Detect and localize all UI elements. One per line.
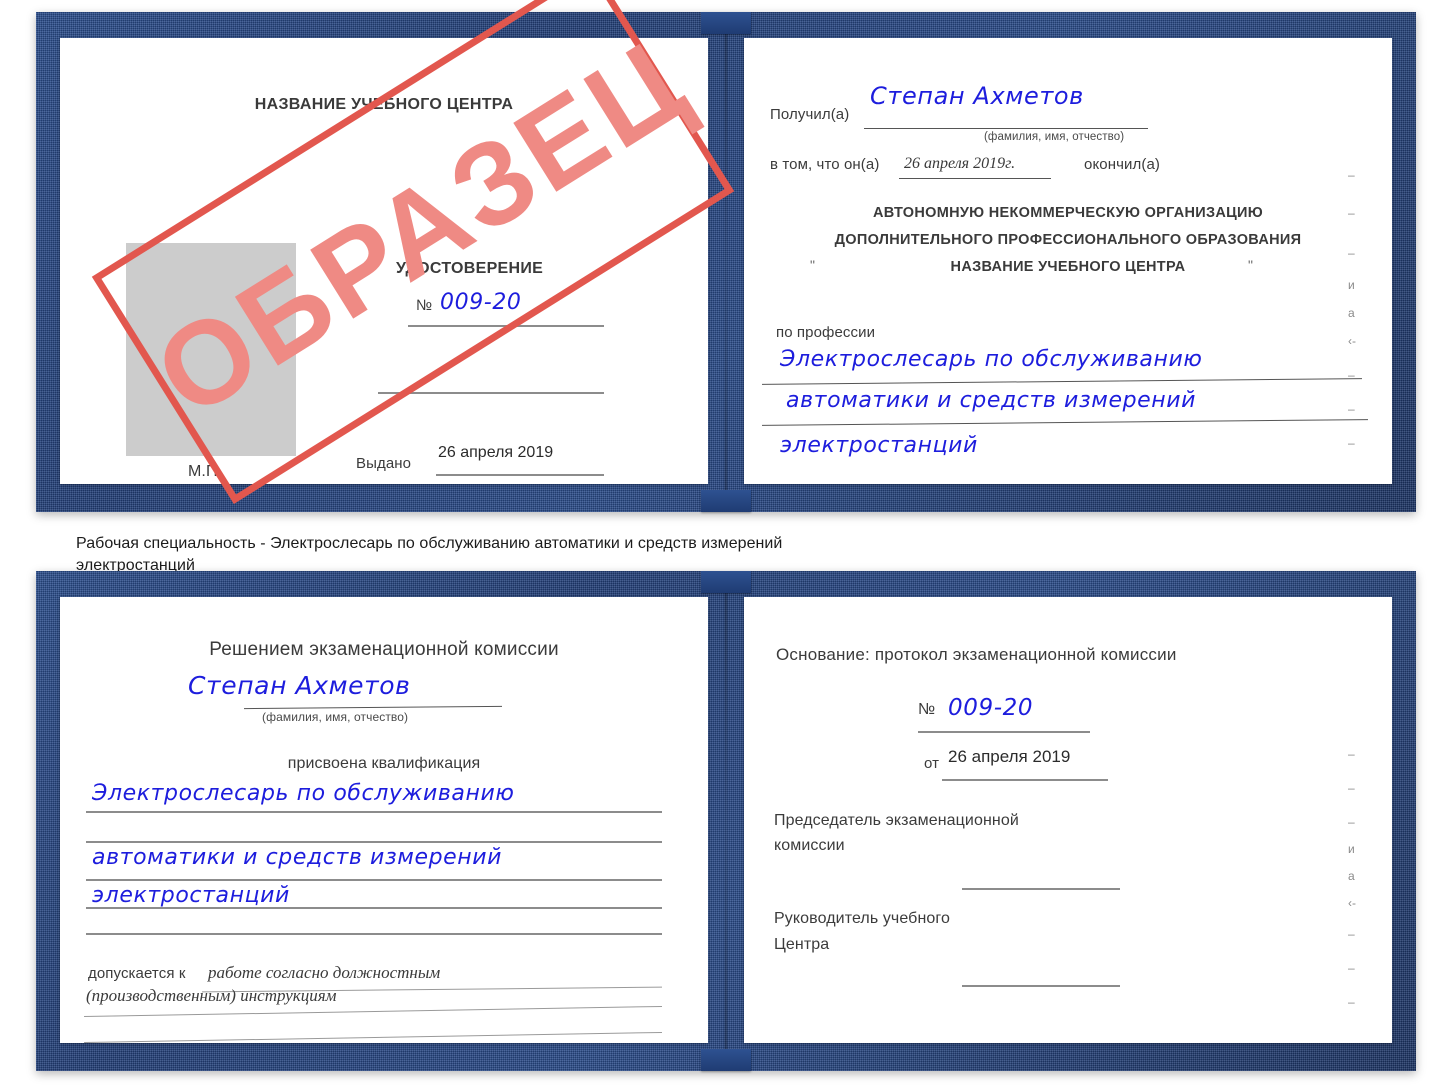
- page-top-right: Получил(а) Степан Ахметов (фамилия, имя,…: [744, 38, 1392, 484]
- chairman-signature-rule: [962, 888, 1120, 890]
- profession-rule-1: [762, 378, 1362, 385]
- profession-line-2: автоматики и средств измерений: [786, 388, 1197, 413]
- received-name-value: Степан Ахметов: [870, 82, 1084, 110]
- number-value-top-left: 009-20: [440, 290, 522, 315]
- protocol-number-label: №: [918, 701, 936, 718]
- head-label-line-2: Центра: [774, 936, 830, 953]
- chairman-label-line-2: комиссии: [774, 837, 845, 854]
- qualification-line-3: электростанций: [92, 883, 290, 908]
- caption-line-1: Рабочая специальность - Электрослесарь п…: [76, 535, 783, 552]
- decision-title: Решением экзаменационной комиссии: [209, 639, 559, 660]
- completion-date-value: 26 апреля 2019г.: [904, 155, 1016, 172]
- qualification-rule-5: [86, 933, 662, 935]
- protocol-number-rule: [918, 731, 1090, 733]
- qualification-label: присвоена квалификация: [287, 755, 481, 772]
- qualification-rule-1: [86, 811, 662, 813]
- issued-label: Выдано: [356, 455, 412, 472]
- spine-tab-bottom-top: [701, 571, 751, 593]
- number-rule-top-left: [408, 325, 604, 327]
- caption-text: Рабочая специальность - Электрослесарь п…: [76, 533, 1136, 576]
- certificate-bottom: Решением экзаменационной комиссии Степан…: [36, 571, 1416, 1071]
- spine-tab-top: [701, 12, 751, 34]
- student-name-value: Степан Ахметов: [188, 671, 411, 700]
- finished-label: окончил(а): [1084, 156, 1160, 173]
- spine-tab-bottom-bottom: [701, 1049, 751, 1071]
- page-bottom-left: Решением экзаменационной комиссии Степан…: [60, 597, 708, 1043]
- profession-line-1: Электрослесарь по обслуживанию: [780, 347, 1203, 372]
- organization-line-2: ДОПОЛНИТЕЛЬНОГО ПРОФЕССИОНАЛЬНОГО ОБРАЗО…: [834, 232, 1302, 248]
- student-name-rule: [244, 705, 502, 710]
- issued-rule: [436, 474, 604, 476]
- document-title-udostoverenie: УДОСТОВЕРЕНИЕ: [396, 260, 544, 277]
- fio-hint-bottom: (фамилия, имя, отчество): [262, 710, 409, 724]
- chairman-label-line-1: Председатель экзаменационной: [774, 812, 1019, 829]
- qualification-rule-2: [86, 841, 662, 843]
- qualification-line-1: Электрослесарь по обслуживанию: [92, 781, 515, 806]
- head-signature-rule: [962, 985, 1120, 987]
- issued-date-value: 26 апреля 2019: [438, 444, 554, 461]
- profession-label: по профессии: [776, 324, 876, 341]
- qualification-line-2: автоматики и средств измерений: [92, 845, 503, 870]
- photo-placeholder: [126, 243, 296, 456]
- fio-hint-top: (фамилия, имя, отчество): [984, 131, 1125, 143]
- that-he-label: в том, что он(а): [770, 156, 880, 173]
- number-label-top-left: №: [416, 297, 433, 314]
- received-label: Получил(а): [770, 106, 850, 123]
- certificate-top: НАЗВАНИЕ УЧЕБНОГО ЦЕНТРА УДОСТОВЕРЕНИЕ №…: [36, 12, 1416, 512]
- organization-quote-close: ": [1248, 257, 1254, 273]
- protocol-from-rule: [942, 779, 1108, 781]
- profession-rule-2: [762, 419, 1368, 426]
- head-label-line-1: Руководитель учебного: [774, 910, 950, 927]
- protocol-from-label: от: [924, 755, 940, 772]
- spine-tab-bottom: [701, 490, 751, 512]
- page-bottom-right: Основание: протокол экзаменационной коми…: [744, 597, 1392, 1043]
- page-top-left: НАЗВАНИЕ УЧЕБНОГО ЦЕНТРА УДОСТОВЕРЕНИЕ №…: [60, 38, 708, 484]
- profession-line-3: электростанций: [780, 433, 978, 458]
- completion-date-rule: [899, 178, 1051, 179]
- protocol-from-value: 26 апреля 2019: [948, 747, 1071, 766]
- qualification-rule-3: [86, 879, 662, 881]
- seal-place-label: М.П.: [188, 463, 223, 480]
- blank-rule-top-left: [378, 392, 604, 394]
- allowed-rule-3: [84, 1031, 662, 1043]
- allowed-line-1: работе согласно должностным: [208, 963, 441, 982]
- training-center-name-top-left: НАЗВАНИЕ УЧЕБНОГО ЦЕНТРА: [254, 96, 514, 113]
- allowed-rule-2: [84, 1005, 662, 1018]
- protocol-number-value: 009-20: [948, 695, 1034, 721]
- received-rule: [864, 128, 1148, 129]
- allowed-label: допускается к: [88, 965, 186, 982]
- organization-line-1: АВТОНОМНУЮ НЕКОММЕРЧЕСКУЮ ОРГАНИЗАЦИЮ: [872, 205, 1264, 221]
- organization-line-3: НАЗВАНИЕ УЧЕБНОГО ЦЕНТРА: [950, 259, 1186, 275]
- allowed-line-2: (производственным) инструкциям: [86, 986, 337, 1005]
- basis-label: Основание: протокол экзаменационной коми…: [776, 645, 1177, 664]
